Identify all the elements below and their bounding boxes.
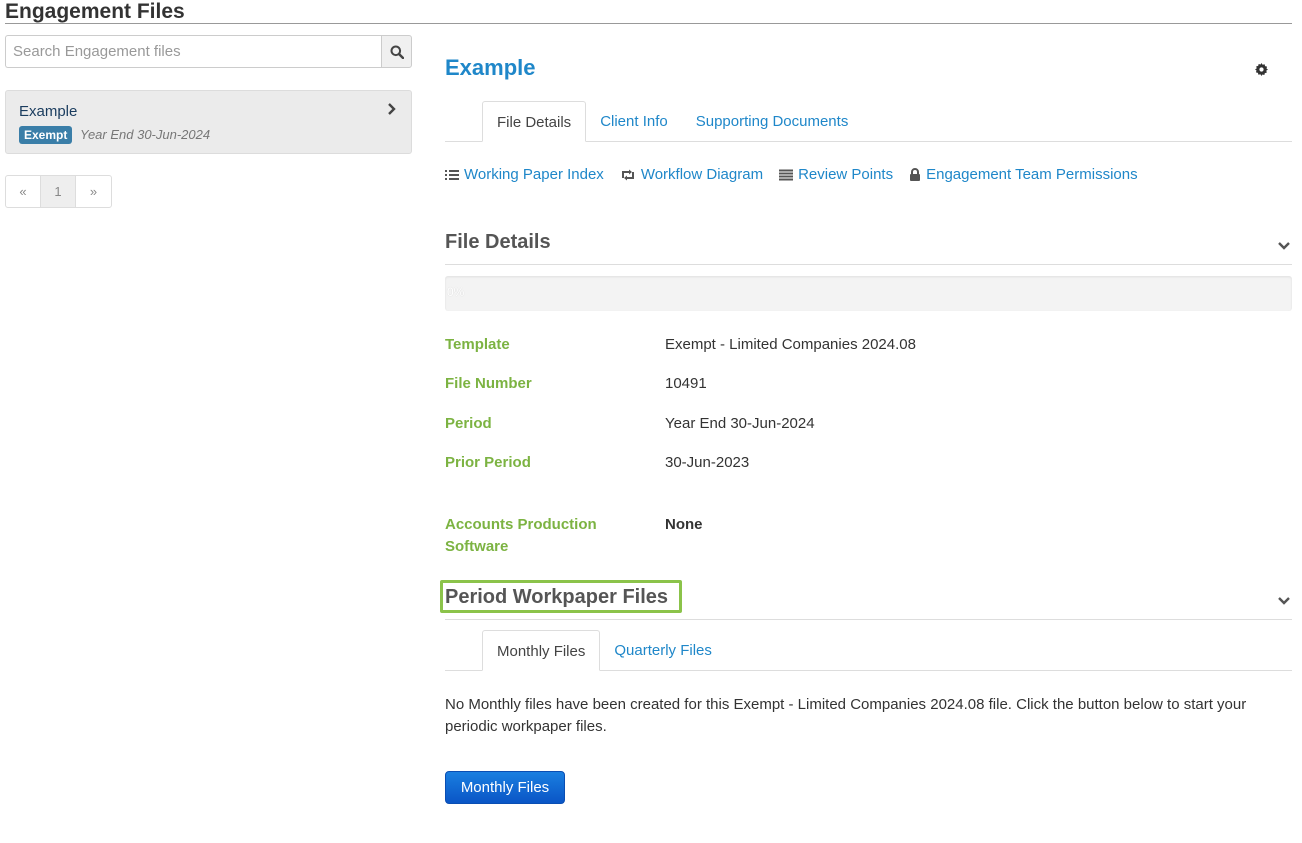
file-details-header: File Details [445, 225, 1292, 265]
search-button[interactable] [381, 35, 412, 68]
accounts-production-software-label: Accounts Production Software [445, 516, 597, 555]
tab-supporting-documents[interactable]: Supporting Documents [682, 101, 863, 142]
title-divider [5, 23, 1292, 24]
file-number-label: File Number [445, 375, 532, 392]
chevron-down-icon[interactable] [1278, 237, 1290, 254]
template-value: Exempt - Limited Companies 2024.08 [665, 336, 916, 353]
prior-period-value: 30-Jun-2023 [665, 454, 750, 471]
review-points-label: Review Points [798, 166, 894, 183]
tab-file-details[interactable]: File Details [482, 101, 587, 142]
review-points-link[interactable]: Review Points [779, 166, 893, 183]
chevron-down-icon[interactable] [1278, 592, 1290, 609]
workflow-diagram-link[interactable]: Workflow Diagram [620, 166, 763, 183]
search-icon [390, 45, 404, 59]
engagement-team-permissions-label: Engagement Team Permissions [926, 166, 1138, 183]
period-value: Year End 30-Jun-2024 [665, 415, 815, 432]
align-justify-icon [779, 169, 794, 180]
file-name: Example [19, 103, 78, 120]
empty-state-message: No Monthly files have been created for t… [445, 696, 1247, 735]
page-title: Engagement Files [5, 0, 185, 23]
tab-quarterly-files[interactable]: Quarterly Files [600, 630, 726, 671]
file-list-item[interactable]: Example Exempt Year End 30-Jun-2024 [5, 90, 412, 154]
tab-client-info[interactable]: Client Info [586, 101, 682, 142]
search-input[interactable] [5, 35, 381, 68]
lock-icon [910, 168, 921, 181]
chevron-right-icon [387, 102, 396, 119]
prior-period-label: Prior Period [445, 454, 531, 471]
file-tabs: File Details Client Info Supporting Docu… [445, 101, 1292, 142]
progress-bar: 0% [445, 276, 1292, 311]
list-icon [445, 169, 459, 180]
working-paper-index-label: Working Paper Index [464, 166, 604, 183]
highlight-outline [440, 580, 682, 613]
retweet-icon [621, 169, 634, 180]
file-period: Year End 30-Jun-2024 [80, 127, 211, 142]
search-group [5, 35, 412, 68]
workflow-diagram-label: Workflow Diagram [640, 166, 764, 183]
pagination-page[interactable]: 1 [41, 176, 76, 207]
template-label: Template [445, 336, 510, 353]
file-details-heading: File Details [445, 231, 551, 253]
monthly-files-button[interactable]: Monthly Files [445, 771, 565, 804]
accounts-production-software-value: None [665, 516, 703, 533]
period-tabs: Monthly Files Quarterly Files [445, 630, 1292, 671]
status-badge: Exempt [19, 126, 73, 144]
working-paper-index-link[interactable]: Working Paper Index [445, 166, 604, 183]
file-links: Working Paper Index Workflow Diagram Rev… [445, 166, 1138, 183]
tab-monthly-files[interactable]: Monthly Files [482, 630, 601, 671]
pagination-prev[interactable]: « [6, 176, 41, 207]
progress-label: 0% [447, 285, 465, 299]
gear-icon[interactable] [1255, 63, 1268, 80]
pagination-next[interactable]: » [76, 176, 111, 207]
period-label: Period [445, 415, 492, 432]
pagination: « 1 » [5, 175, 112, 208]
engagement-team-permissions-link[interactable]: Engagement Team Permissions [909, 166, 1138, 183]
file-number-value: 10491 [665, 375, 707, 392]
file-title: Example [445, 55, 536, 80]
